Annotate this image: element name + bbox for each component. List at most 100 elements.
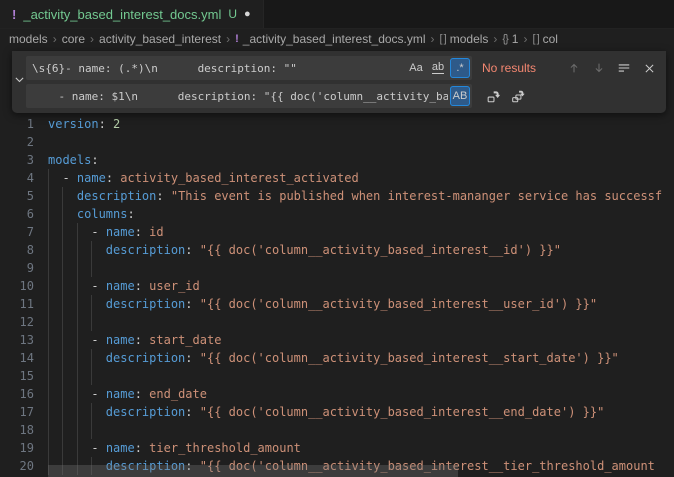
tab-title: _activity_based_interest_docs.yml xyxy=(23,7,221,22)
breadcrumb-separator-icon: › xyxy=(431,32,435,46)
code-line[interactable]: 16 - name: end_date xyxy=(0,385,674,403)
breadcrumb-label: models xyxy=(9,32,48,46)
indent-guide xyxy=(77,259,78,277)
code-line[interactable]: 11 description: "{{ doc('column__activit… xyxy=(0,295,674,313)
code-line[interactable]: 2 xyxy=(0,133,674,151)
breadcrumb-item-models[interactable]: models xyxy=(9,32,48,46)
code-line[interactable]: 6 columns: xyxy=(0,205,674,223)
tab-active[interactable]: ! _activity_based_interest_docs.yml U ● xyxy=(0,0,264,28)
code-line[interactable]: 18 xyxy=(0,421,674,439)
indent-guide xyxy=(62,349,63,367)
breadcrumb-label: col xyxy=(543,32,558,46)
code-line[interactable]: 17 description: "{{ doc('column__activit… xyxy=(0,403,674,421)
code-text: - name: start_date xyxy=(48,331,674,349)
code-line[interactable]: 9 xyxy=(0,259,674,277)
indent-guide xyxy=(48,259,49,277)
breadcrumb: models › core › activity_based_interest › !_ac… xyxy=(0,29,674,49)
line-number: 11 xyxy=(0,295,34,313)
code-line[interactable]: 3models: xyxy=(0,151,674,169)
indent-guide xyxy=(48,187,49,205)
indent-guide xyxy=(77,295,78,313)
code-line[interactable]: 1version: 2 xyxy=(0,115,674,133)
code-text: - name: id xyxy=(48,223,674,241)
breadcrumb-separator-icon: › xyxy=(53,32,57,46)
indent-guide xyxy=(48,169,49,187)
breadcrumb-item-core[interactable]: core xyxy=(62,32,85,46)
indent-guide xyxy=(62,277,63,295)
close-button[interactable] xyxy=(638,57,660,79)
tab-bar: ! _activity_based_interest_docs.yml U ● xyxy=(0,0,674,29)
indent-guide xyxy=(77,439,78,457)
indent-guide xyxy=(77,313,78,331)
symbol-icon: {} xyxy=(502,33,507,45)
git-untracked-badge: U xyxy=(228,7,237,21)
indent-guide xyxy=(48,313,49,331)
line-number: 7 xyxy=(0,223,34,241)
indent-guide xyxy=(62,259,63,277)
chevron-down-icon xyxy=(13,73,26,91)
code-line[interactable]: 7 - name: id xyxy=(0,223,674,241)
code-line[interactable]: 8 description: "{{ doc('column__activity… xyxy=(0,241,674,259)
code-line[interactable]: 12 xyxy=(0,313,674,331)
breadcrumb-item-col[interactable]: [ ]col xyxy=(532,32,558,46)
replace-all-button[interactable] xyxy=(507,85,529,107)
line-number: 2 xyxy=(0,133,34,151)
indent-guide xyxy=(77,277,78,295)
line-number: 3 xyxy=(0,151,34,169)
regex-button[interactable]: .* xyxy=(450,58,470,78)
breadcrumb-item-1[interactable]: {}1 xyxy=(502,32,518,46)
indent-guide xyxy=(48,367,49,385)
indent-guide xyxy=(62,223,63,241)
code-line[interactable]: 19 - name: tier_threshold_amount xyxy=(0,439,674,457)
indent-guide xyxy=(62,187,63,205)
replace-button[interactable] xyxy=(482,85,504,107)
line-number: 13 xyxy=(0,331,34,349)
previous-match-button[interactable] xyxy=(563,57,585,79)
find-input[interactable] xyxy=(26,62,406,75)
next-match-button[interactable] xyxy=(588,57,610,79)
breadcrumb-item-activity_based_interest[interactable]: activity_based_interest xyxy=(99,32,221,46)
horizontal-scrollbar[interactable] xyxy=(48,465,458,477)
indent-guide xyxy=(48,241,49,259)
preserve-case-button[interactable]: AB xyxy=(450,86,470,106)
line-number: 6 xyxy=(0,205,34,223)
code-line[interactable]: 14 description: "{{ doc('column__activit… xyxy=(0,349,674,367)
code-line[interactable]: 10 - name: user_id xyxy=(0,277,674,295)
whole-word-button[interactable]: ab xyxy=(428,58,448,78)
indent-guide xyxy=(91,367,92,385)
line-number: 4 xyxy=(0,169,34,187)
editor: Aa ab .* No results xyxy=(0,49,674,477)
code-line[interactable]: 5 description: "This event is published … xyxy=(0,187,674,205)
code-text: - name: activity_based_interest_activate… xyxy=(48,169,674,187)
code-text xyxy=(48,133,674,151)
modified-dot-icon[interactable]: ● xyxy=(244,9,251,20)
code-line[interactable]: 13 - name: start_date xyxy=(0,331,674,349)
indent-guide xyxy=(62,205,63,223)
breadcrumb-label: core xyxy=(62,32,85,46)
indent-guide xyxy=(48,205,49,223)
find-in-selection-button[interactable] xyxy=(613,57,635,79)
indent-guide xyxy=(62,331,63,349)
indent-guide xyxy=(91,349,92,367)
indent-guide xyxy=(62,385,63,403)
breadcrumb-item-_activity_based_interest_docs.yml[interactable]: !_activity_based_interest_docs.yml xyxy=(235,32,425,46)
indent-guide xyxy=(91,259,92,277)
code-text xyxy=(48,421,674,439)
indent-guide xyxy=(62,241,63,259)
line-number: 12 xyxy=(0,313,34,331)
toggle-replace-button[interactable] xyxy=(12,51,26,113)
indent-guide xyxy=(62,421,63,439)
replace-input[interactable] xyxy=(26,90,450,103)
match-case-button[interactable]: Aa xyxy=(406,58,426,78)
indent-guide xyxy=(62,295,63,313)
code-line[interactable]: 15 xyxy=(0,367,674,385)
code-text: description: "{{ doc('column__activity_b… xyxy=(48,295,674,313)
code-line[interactable]: 4 - name: activity_based_interest_activa… xyxy=(0,169,674,187)
breadcrumb-item-models[interactable]: [ ]models xyxy=(440,32,489,46)
breadcrumb-separator-icon: › xyxy=(90,32,94,46)
breadcrumb-label: activity_based_interest xyxy=(99,32,221,46)
code-text xyxy=(48,313,674,331)
indent-guide xyxy=(77,385,78,403)
code-text: columns: xyxy=(48,205,674,223)
code-text: - name: user_id xyxy=(48,277,674,295)
